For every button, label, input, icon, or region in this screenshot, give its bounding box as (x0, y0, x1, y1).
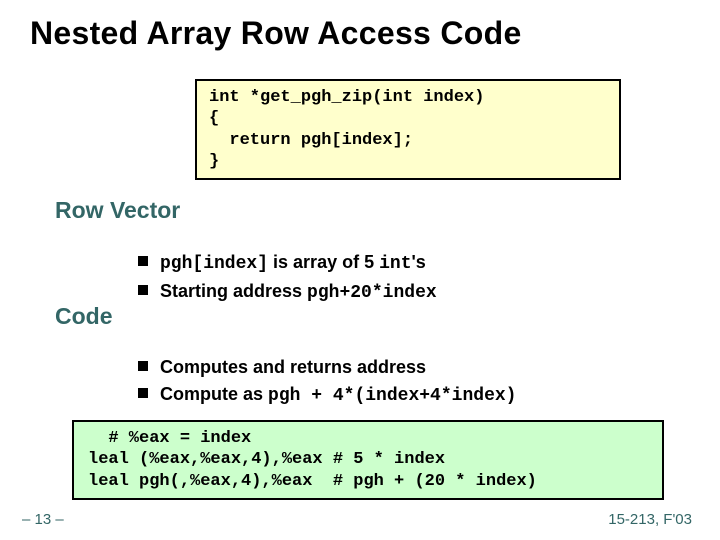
text: Starting address (160, 281, 307, 301)
code-inline: pgh + 4*(index+4*index) (268, 386, 516, 406)
list-item: pgh[index] is array of 5 int's (138, 249, 437, 278)
section-heading-code: Code (55, 303, 113, 330)
code-inline: pgh[index] (160, 254, 268, 274)
text: Compute as (160, 384, 268, 404)
list-item: Compute as pgh + 4*(index+4*index) (138, 381, 516, 410)
slide-title: Nested Array Row Access Code (0, 0, 720, 52)
footer-course-id: 15-213, F'03 (608, 511, 692, 528)
text: 's (412, 252, 426, 272)
footer-page-number: – 13 – (22, 511, 64, 528)
code-box-asm: # %eax = index leal (%eax,%eax,4),%eax #… (72, 420, 664, 500)
code-inline: pgh+20*index (307, 283, 437, 303)
code-inline: int (379, 254, 411, 274)
bullet-list-row-vector: pgh[index] is array of 5 int's Starting … (98, 249, 437, 307)
text: Computes and returns address (160, 357, 426, 377)
section-heading-row-vector: Row Vector (55, 197, 180, 224)
slide: Nested Array Row Access Code int *get_pg… (0, 0, 720, 540)
list-item: Computes and returns address (138, 354, 516, 381)
text: is array of 5 (268, 252, 379, 272)
bullet-list-code: Computes and returns address Compute as … (98, 354, 516, 410)
list-item: Starting address pgh+20*index (138, 278, 437, 307)
code-box-c: int *get_pgh_zip(int index) { return pgh… (195, 79, 621, 180)
